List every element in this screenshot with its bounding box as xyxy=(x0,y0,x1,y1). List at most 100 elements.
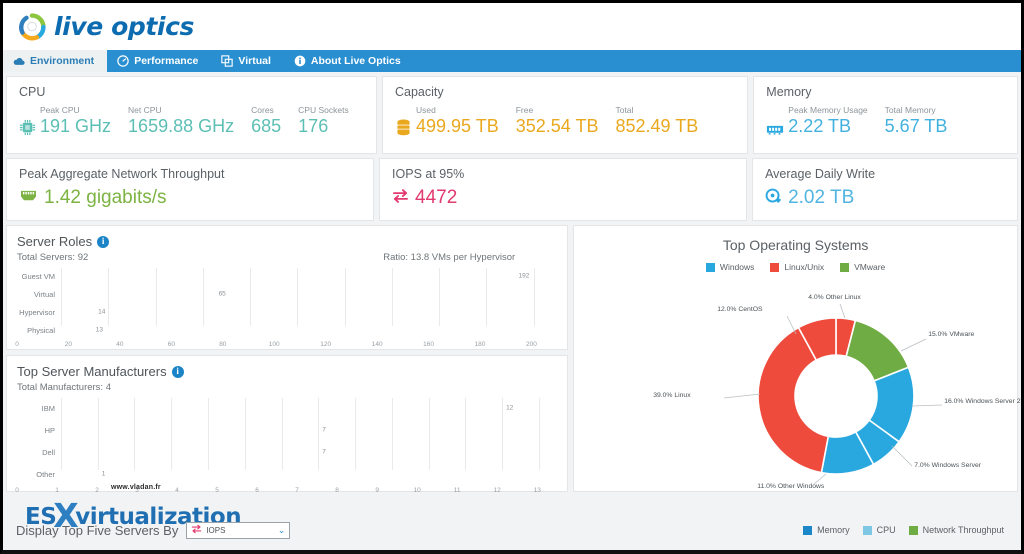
footer-legend-label-network: Network Throughput xyxy=(923,525,1004,535)
table-row: Dell 7 xyxy=(17,442,557,462)
network-throughput-card: Peak Aggregate Network Throughput 1.42 g… xyxy=(6,158,374,221)
metric-capacity-free-label: Free xyxy=(516,105,599,116)
axis-tick: 6 xyxy=(255,487,259,494)
tab-environment-label: Environment xyxy=(30,55,94,67)
axis-tick: 180 xyxy=(475,341,486,348)
axis-tick: 5 xyxy=(215,487,219,494)
footer-legend-label-cpu: CPU xyxy=(877,525,896,535)
axis-tick: 120 xyxy=(320,341,331,348)
iops-arrows-icon xyxy=(191,524,202,536)
bar-value-guest-vm: 192 xyxy=(515,273,530,280)
bar-label-virtual: Virtual xyxy=(17,290,61,299)
tab-environment[interactable]: Environment xyxy=(3,50,107,72)
daily-write-card-title: Average Daily Write xyxy=(765,167,1005,181)
tab-about[interactable]: About Live Optics xyxy=(284,50,414,72)
operating-systems-donut-chart: 12.0% CentOS 4.0% Other Linux 15.0% VMwa… xyxy=(574,226,1017,491)
donut-label-windows-server-2: 16.0% Windows Server 2 xyxy=(944,398,1021,405)
server-roles-x-axis: 0 20 40 60 80 100 120 140 160 180 200 xyxy=(17,340,557,352)
footer-legend-item-memory[interactable]: Memory xyxy=(803,525,850,535)
metric-capacity-total: Total 852.49 TB xyxy=(615,105,698,137)
network-port-icon xyxy=(19,188,38,208)
memory-dimm-icon xyxy=(766,123,784,136)
bar-track-other: 1 xyxy=(61,464,557,484)
manufacturers-subline: Total Manufacturers: 4 xyxy=(17,382,557,393)
metric-capacity-total-label: Total xyxy=(615,105,698,116)
table-row: Physical 13 xyxy=(17,322,557,338)
axis-tick: 13 xyxy=(534,487,541,494)
network-value: 1.42 gigabits/s xyxy=(44,187,167,209)
axis-tick: 0 xyxy=(15,341,19,348)
donut-label-windows-server: 7.0% Windows Server xyxy=(914,462,981,469)
bar-label-other: Other xyxy=(17,470,61,479)
info-icon[interactable]: i xyxy=(97,236,109,248)
donut-label-windows-server-text: 7.0% Windows Server xyxy=(914,462,981,469)
memory-card: Memory Peak Memory Usage 2.22 TB Total M… xyxy=(753,76,1018,154)
network-card-title: Peak Aggregate Network Throughput xyxy=(19,167,361,181)
left-charts-column: Server Roles i Total Servers: 92 Ratio: … xyxy=(6,225,568,492)
daily-write-card: Average Daily Write 2.02 TB xyxy=(752,158,1018,221)
axis-tick: 100 xyxy=(269,341,280,348)
memory-metrics: Peak Memory Usage 2.22 TB Total Memory 5… xyxy=(766,105,1005,137)
tab-performance[interactable]: Performance xyxy=(107,50,211,72)
axis-tick: 4 xyxy=(175,487,179,494)
right-charts-column: Top Operating Systems Windows Linux/Unix… xyxy=(573,225,1018,492)
tab-virtual[interactable]: Virtual xyxy=(211,50,283,72)
axis-tick: 40 xyxy=(116,341,123,348)
metric-net-cpu-value: 1659.88 GHz xyxy=(128,116,234,137)
metric-capacity-total-value: 852.49 TB xyxy=(615,116,698,137)
bar-track-guest-vm: 192 xyxy=(61,268,557,284)
memory-card-title: Memory xyxy=(766,85,1005,99)
manufacturers-title: Top Server Manufacturers xyxy=(17,364,167,379)
metric-total-memory-label: Total Memory xyxy=(885,105,948,116)
table-row: HP 7 xyxy=(17,420,557,440)
footer-legend-swatch-network xyxy=(909,526,918,535)
database-stack-icon xyxy=(395,118,412,136)
metric-net-cpu: Net CPU 1659.88 GHz xyxy=(128,105,234,137)
bar-track-ibm: 12 xyxy=(61,398,557,418)
axis-tick: 20 xyxy=(65,341,72,348)
bar-label-hp: HP xyxy=(17,426,61,435)
axis-tick: 7 xyxy=(295,487,299,494)
vm-ratio-label: Ratio: 13.8 VMs per Hypervisor xyxy=(383,252,515,263)
brand-name: live optics xyxy=(54,12,194,41)
axis-tick: 12 xyxy=(494,487,501,494)
stat-cards-row-2: Peak Aggregate Network Throughput 1.42 g… xyxy=(3,154,1021,221)
manufacturers-head: Top Server Manufacturers i xyxy=(17,364,557,379)
cloud-icon xyxy=(13,55,25,67)
footer-legend-item-network[interactable]: Network Throughput xyxy=(909,525,1004,535)
capacity-metrics: Used 499.95 TB Free 352.54 TB Total 852.… xyxy=(395,105,735,137)
bar-label-hypervisor: Hypervisor xyxy=(17,308,61,317)
bar-label-dell: Dell xyxy=(17,448,61,457)
capacity-card: Capacity xyxy=(382,76,748,154)
live-optics-circular-logo xyxy=(17,12,47,42)
bar-label-physical: Physical xyxy=(17,326,61,335)
bar-value-physical: 13 xyxy=(92,327,103,334)
server-roles-bar-chart: Guest VM 192 Virtual 65 xyxy=(17,268,557,340)
metric-peak-cpu-label: Peak CPU xyxy=(40,105,111,116)
axis-tick: 160 xyxy=(423,341,434,348)
daily-write-value: 2.02 TB xyxy=(788,187,854,209)
axis-tick: 11 xyxy=(454,487,461,494)
bar-track-virtual: 65 xyxy=(61,286,557,302)
metric-cpu-sockets: CPU Sockets 176 xyxy=(298,105,349,137)
capacity-card-title: Capacity xyxy=(395,85,735,99)
metric-total-memory-value: 5.67 TB xyxy=(885,116,948,137)
brand-logo[interactable]: live optics xyxy=(17,12,194,42)
metric-peak-cpu: Peak CPU 191 GHz xyxy=(40,105,111,137)
charts-area: Server Roles i Total Servers: 92 Ratio: … xyxy=(3,221,1021,492)
footer-bar: Display Top Five Servers By IOPS ⌄ Memor xyxy=(6,514,1018,546)
footer-legend-item-cpu[interactable]: CPU xyxy=(863,525,896,535)
bar-value-hypervisor: 14 xyxy=(94,309,105,316)
metric-cpu-sockets-value: 176 xyxy=(298,116,349,137)
info-icon[interactable]: i xyxy=(172,366,184,378)
display-servers-control: Display Top Five Servers By IOPS ⌄ xyxy=(6,522,290,539)
metric-cores-label: Cores xyxy=(251,105,281,116)
axis-tick: 1 xyxy=(55,487,59,494)
donut-label-centos: 12.0% CentOS xyxy=(717,306,762,313)
footer-legend-swatch-memory xyxy=(803,526,812,535)
display-servers-select[interactable]: IOPS ⌄ xyxy=(186,522,290,539)
servers-icon xyxy=(221,55,233,67)
cpu-chip-icon xyxy=(19,119,36,136)
donut-label-linux: 39.0% Linux xyxy=(653,392,690,399)
cpu-card: CPU Peak CPU xyxy=(6,76,377,154)
